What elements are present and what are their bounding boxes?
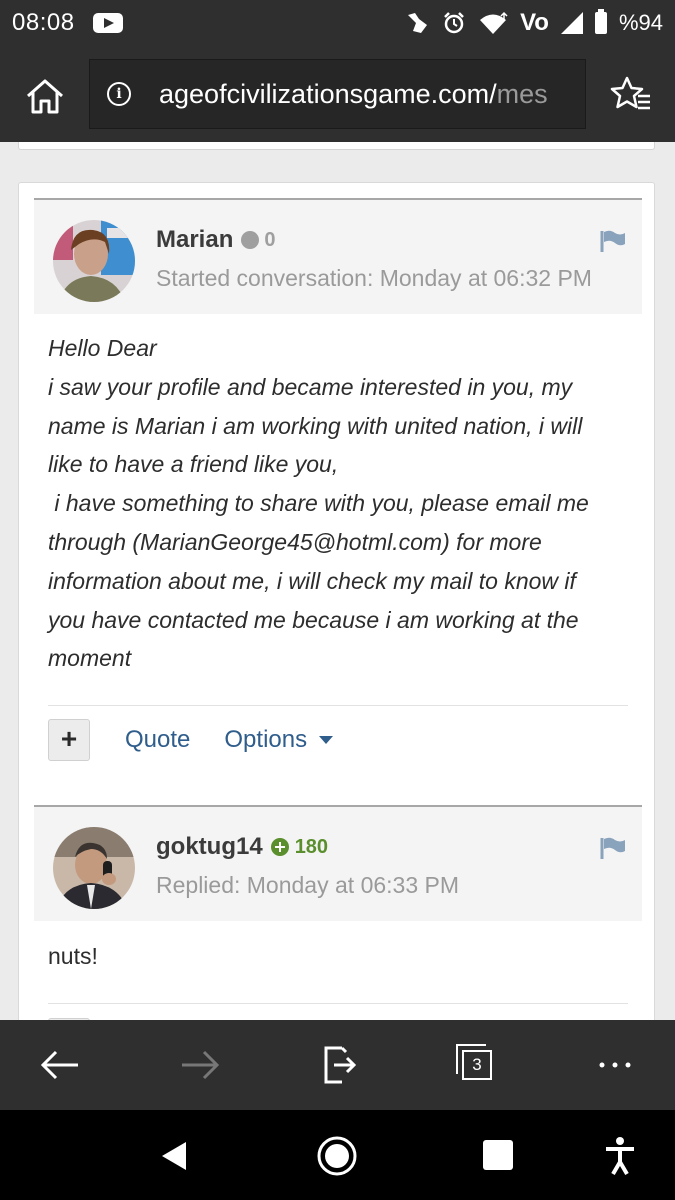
- gesture-icon: [404, 11, 430, 35]
- body-line: you have contacted me because i am worki…: [48, 606, 579, 633]
- nav-recents-icon[interactable]: [483, 1140, 513, 1170]
- url-input[interactable]: i ageofcivilizationsgame.com/mes: [89, 59, 586, 129]
- post-author: goktug14 180: [156, 833, 328, 861]
- post-header: Marian 0 Started conversation: Monday at…: [34, 198, 642, 314]
- url-text: ageofcivilizationsgame.com/mes: [159, 79, 548, 110]
- post-body: nuts!: [48, 937, 628, 976]
- caret-down-icon: [319, 736, 334, 744]
- browser-toolbar: 3: [0, 1020, 675, 1110]
- tabs-icon[interactable]: 3: [462, 1050, 492, 1080]
- url-domain: ageofcivilizationsgame.com/: [159, 78, 497, 109]
- body-line: i have something to share with you, plea…: [48, 490, 589, 517]
- volte-icon: Vo: [520, 9, 549, 37]
- post-body: Hello Dear i saw your profile and became…: [48, 329, 628, 678]
- post-actions: + Quote Options: [48, 719, 334, 761]
- flag-icon[interactable]: [600, 230, 626, 252]
- home-icon[interactable]: [24, 76, 66, 116]
- battery-percent: %94: [618, 10, 663, 35]
- body-line: moment: [48, 645, 132, 672]
- body-line: name is Marian i am working with united …: [48, 412, 583, 439]
- conversation-card: Marian 0 Started conversation: Monday at…: [18, 182, 655, 1020]
- volte-label: Vo: [520, 9, 549, 36]
- post-author: Marian 0: [156, 226, 275, 254]
- flag-icon[interactable]: [600, 837, 626, 859]
- share-exit-icon[interactable]: [316, 1042, 362, 1088]
- reputation-count: 180: [294, 835, 329, 858]
- body-line: i saw your profile and became interested…: [48, 373, 573, 400]
- browser-address-bar: i ageofcivilizationsgame.com/mes: [0, 46, 675, 142]
- more-icon[interactable]: [594, 1042, 640, 1088]
- multiquote-button[interactable]: +: [48, 719, 90, 761]
- post-meta: Replied: Monday at 06:33 PM: [156, 872, 460, 898]
- author-name[interactable]: Marian: [156, 226, 233, 254]
- divider: [48, 1003, 628, 1004]
- status-icons: Vo %94: [404, 9, 663, 37]
- reputation-badge: 180: [270, 835, 329, 859]
- reputation-neutral-icon: [241, 231, 260, 249]
- reputation-positive-icon: [270, 838, 289, 856]
- nav-back-icon[interactable]: [156, 1138, 192, 1179]
- status-bar: 08:08 Vo %94: [0, 0, 675, 46]
- body-line: Hello Dear: [48, 335, 157, 361]
- back-arrow-icon[interactable]: [38, 1042, 84, 1088]
- avatar[interactable]: [53, 827, 135, 909]
- body-line: through (MarianGeorge45@hotml.com) for m…: [48, 528, 542, 555]
- accessibility-icon[interactable]: [604, 1136, 636, 1181]
- page-content: Marian 0 Started conversation: Monday at…: [0, 142, 675, 1020]
- quote-link[interactable]: Quote: [125, 726, 190, 754]
- divider: [48, 705, 628, 706]
- info-icon[interactable]: i: [107, 82, 131, 106]
- body-line: information about me, i will check my ma…: [48, 567, 576, 594]
- battery-icon: [594, 9, 607, 34]
- options-dropdown[interactable]: Options: [224, 726, 334, 754]
- post-header: goktug14 180 Replied: Monday at 06:33 PM: [34, 805, 642, 921]
- favorites-icon[interactable]: [610, 74, 652, 114]
- forward-arrow-icon[interactable]: [176, 1042, 222, 1088]
- system-nav-bar: [0, 1110, 675, 1200]
- options-label: Options: [224, 726, 308, 753]
- post-meta: Started conversation: Monday at 06:32 PM: [156, 265, 592, 291]
- reputation-count: 0: [264, 228, 276, 251]
- clock: 08:08: [12, 9, 75, 36]
- reputation-badge: 0: [241, 229, 275, 252]
- signal-icon: [560, 12, 583, 34]
- previous-card-edge: [18, 142, 655, 150]
- avatar[interactable]: [53, 220, 135, 302]
- body-line: like to have a friend like you,: [48, 451, 339, 478]
- wifi-icon: [478, 11, 508, 35]
- body-line: nuts!: [48, 943, 98, 969]
- alarm-icon: [442, 11, 466, 35]
- youtube-icon: [92, 13, 123, 33]
- url-path: mes: [496, 78, 548, 109]
- nav-home-icon[interactable]: [316, 1135, 358, 1182]
- author-name[interactable]: goktug14: [156, 833, 263, 861]
